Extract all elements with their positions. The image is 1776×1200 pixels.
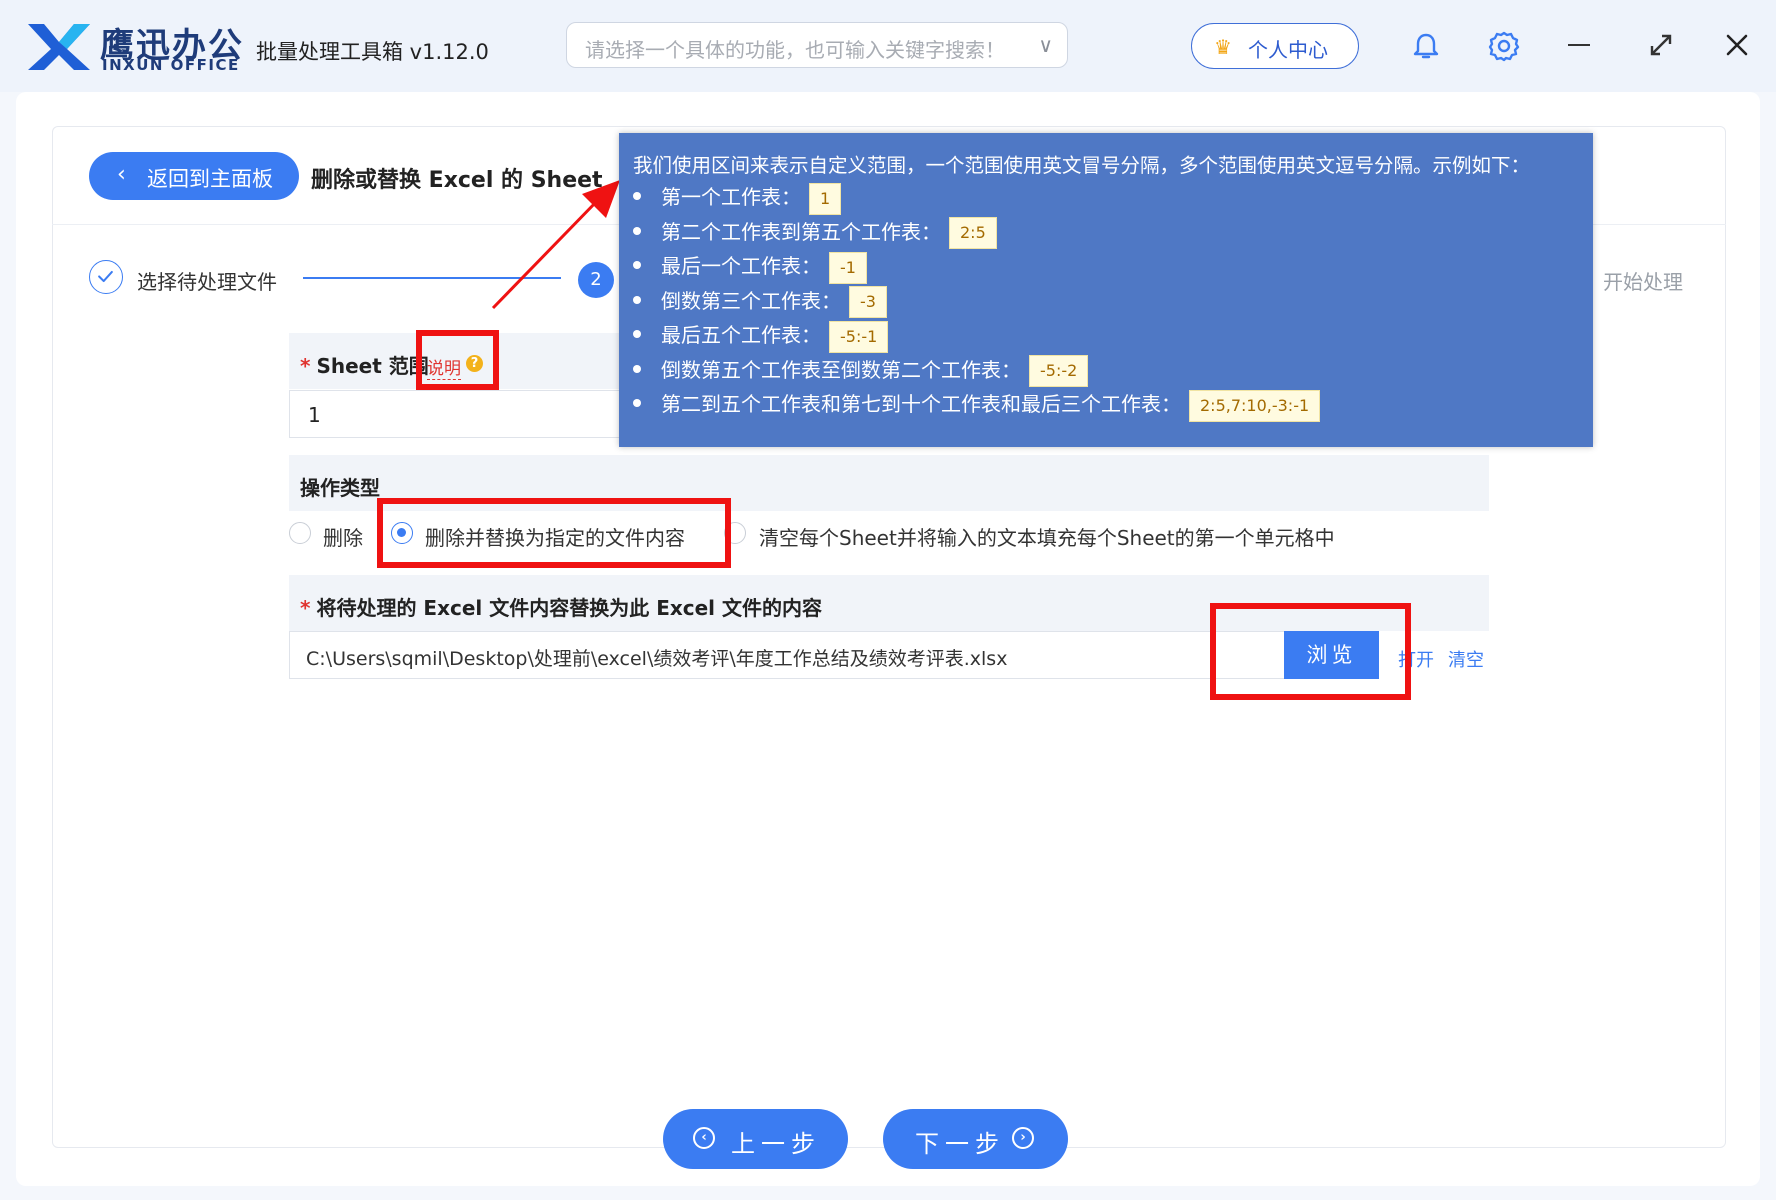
brand-name-en: INXUN OFFICE	[102, 56, 240, 74]
tooltip-example-text: 第二个工作表到第五个工作表： 2:5	[661, 216, 997, 249]
bullet-icon	[633, 192, 641, 200]
tooltip-example-text: 最后五个工作表： -5:-1	[661, 319, 889, 353]
maximize-icon[interactable]	[1646, 30, 1676, 60]
bullet-icon	[633, 261, 641, 269]
app-title: 批量处理工具箱 v1.12.0	[256, 40, 489, 64]
annotation-box-explain	[416, 330, 499, 390]
example-label: 最后一个工作表：	[661, 254, 821, 278]
bullet-icon	[633, 399, 641, 407]
radio-clear-and-fill-label[interactable]: 清空每个Sheet并将输入的文本填充每个Sheet的第一个单元格中	[759, 522, 1335, 551]
tooltip-example-text: 倒数第三个工作表： -3	[661, 285, 887, 318]
chevron-left-icon: ‹	[117, 162, 126, 187]
search-input[interactable]: 请选择一个具体的功能，也可输入关键字搜索！ ∨	[566, 22, 1068, 68]
radio-delete-label[interactable]: 删除	[323, 522, 363, 551]
example-code: 1	[809, 182, 842, 215]
user-center-label: 个人中心	[1248, 38, 1328, 62]
tooltip-example-text: 最后一个工作表： -1	[661, 250, 867, 284]
example-code: -5:-2	[1029, 355, 1089, 387]
close-icon[interactable]	[1722, 30, 1752, 60]
sheet-range-value: 1	[308, 403, 321, 427]
next-step-label: 下一步	[915, 1130, 1005, 1158]
required-mark: *	[300, 596, 311, 620]
tooltip-example-text: 第一个工作表： 1	[661, 181, 842, 215]
brand-logo: 鹰迅办公 INXUN OFFICE	[26, 18, 246, 74]
required-mark: *	[300, 354, 311, 378]
bullet-icon	[633, 226, 641, 235]
back-to-dashboard-label: 返回到主面板	[147, 167, 273, 191]
example-code: -3	[849, 286, 887, 318]
replace-file-path: C:\Users\sqmil\Desktop\处理前\excel\绩效考评\年度…	[306, 648, 1008, 670]
step-3-label: 开始处理	[1603, 270, 1683, 294]
clear-file-link[interactable]: 清空	[1448, 646, 1484, 672]
operation-type-label: 操作类型	[300, 476, 380, 500]
example-label: 倒数第三个工作表：	[661, 288, 841, 313]
replace-file-label-text: 将待处理的 Excel 文件内容替换为此 Excel 文件的内容	[316, 596, 822, 620]
tooltip-example-text: 倒数第五个工作表至倒数第二个工作表： -5:-2	[661, 354, 1089, 387]
example-code: -1	[829, 251, 867, 284]
bullet-icon	[633, 364, 641, 373]
previous-step-button[interactable]: ‹ 上一步	[663, 1109, 848, 1169]
tooltip-example-text: 第二到五个工作表和第七到十个工作表和最后三个工作表： 2:5,7:10,-3:-1	[661, 388, 1321, 422]
chevron-down-icon[interactable]: ∨	[1038, 33, 1053, 57]
example-label: 第二到五个工作表和第七到十个工作表和最后三个工作表：	[661, 392, 1181, 416]
chevron-left-circle-icon: ‹	[693, 1127, 715, 1149]
brand-logo-icon	[28, 24, 90, 70]
sheet-range-help-tooltip: 我们使用区间来表示自定义范围，一个范围使用英文冒号分隔，多个范围使用英文逗号分隔…	[619, 133, 1593, 447]
title-bar: 鹰迅办公 INXUN OFFICE 批量处理工具箱 v1.12.0 请选择一个具…	[0, 0, 1776, 92]
step-1-label: 选择待处理文件	[137, 270, 277, 294]
gear-icon[interactable]	[1486, 28, 1522, 64]
sheet-range-label: * Sheet 范围	[300, 350, 429, 379]
example-label: 最后五个工作表：	[661, 323, 821, 347]
previous-step-label: 上一步	[731, 1130, 821, 1158]
annotation-box-radio	[377, 498, 731, 568]
app-window: 鹰迅办公 INXUN OFFICE 批量处理工具箱 v1.12.0 请选择一个具…	[0, 0, 1776, 1200]
minimize-icon[interactable]	[1568, 44, 1590, 46]
replace-file-input[interactable]: C:\Users\sqmil\Desktop\处理前\excel\绩效考评\年度…	[289, 631, 1285, 679]
step-1-check-icon	[89, 260, 123, 294]
radio-delete[interactable]	[289, 522, 311, 544]
sheet-range-label-text: Sheet 范围	[316, 354, 429, 378]
example-code: -5:-1	[829, 320, 889, 353]
bell-icon[interactable]	[1408, 28, 1444, 64]
bullet-icon	[633, 330, 641, 338]
crown-icon: ♛	[1214, 35, 1232, 59]
bullet-icon	[633, 295, 641, 304]
replace-file-label: * 将待处理的 Excel 文件内容替换为此 Excel 文件的内容	[300, 592, 822, 621]
user-center-button[interactable]: ♛ 个人中心	[1191, 23, 1359, 69]
back-to-dashboard-button[interactable]: ‹ 返回到主面板	[89, 152, 299, 200]
search-placeholder: 请选择一个具体的功能，也可输入关键字搜索！	[585, 38, 1005, 62]
example-label: 第一个工作表：	[661, 185, 801, 209]
annotation-box-browse	[1210, 603, 1411, 700]
example-code: 2:5	[949, 217, 997, 249]
example-code: 2:5,7:10,-3:-1	[1189, 389, 1321, 422]
check-icon	[98, 270, 113, 283]
sheet-range-input[interactable]: 1	[289, 390, 639, 438]
example-label: 第二个工作表到第五个工作表：	[661, 219, 941, 244]
annotation-arrow-icon	[491, 180, 620, 310]
tooltip-heading: 我们使用区间来表示自定义范围，一个范围使用英文冒号分隔，多个范围使用英文逗号分隔…	[633, 154, 1531, 177]
example-label: 倒数第五个工作表至倒数第二个工作表：	[661, 357, 1021, 382]
chevron-right-circle-icon: ›	[1012, 1127, 1034, 1149]
next-step-button[interactable]: 下一步 ›	[883, 1109, 1068, 1169]
